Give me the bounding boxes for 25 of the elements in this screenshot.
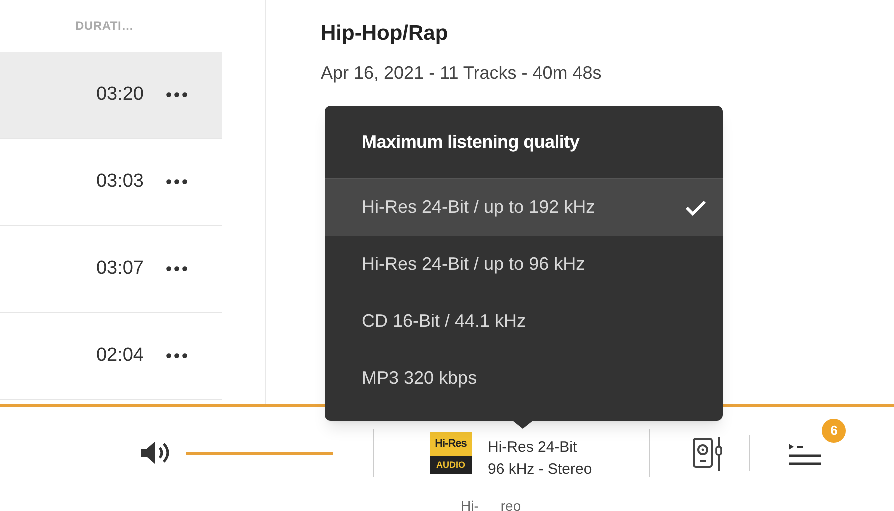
more-icon[interactable] <box>166 353 188 359</box>
quality-option[interactable]: Hi-Res 24-Bit / up to 192 kHz <box>325 179 723 236</box>
quality-option[interactable]: MP3 320 kbps <box>325 350 723 407</box>
queue-badge: 6 <box>822 419 846 443</box>
check-icon <box>685 200 707 216</box>
logo-text: Hi-Res <box>434 436 468 452</box>
quality-option[interactable]: CD 16-Bit / 44.1 kHz <box>325 293 723 350</box>
track-duration: 02:04 <box>96 344 144 368</box>
track-duration: 03:07 <box>96 256 144 281</box>
quality-text: Hi-Res 24-Bit <box>488 438 578 458</box>
logo-text: AUDIO <box>430 456 472 474</box>
track-duration: 03:20 <box>96 82 144 107</box>
album-genre: Hip-Hop/Rap <box>321 21 450 47</box>
speaker-icon[interactable] <box>692 435 724 471</box>
menu-title: Maximum listening quality <box>362 130 580 154</box>
album-details: Apr 16, 2021 - 11 Tracks - 40m 48s <box>321 62 603 85</box>
quality-option[interactable]: Hi-Res 24-Bit / up to 96 kHz <box>325 236 723 293</box>
track-row[interactable]: 03:20 <box>0 52 222 139</box>
more-icon[interactable] <box>166 179 188 185</box>
tooltip-fragment: Hi- <box>461 497 479 511</box>
more-icon[interactable] <box>166 92 188 98</box>
tooltip-fragment: reo <box>500 497 522 511</box>
more-icon[interactable] <box>166 266 188 272</box>
quality-text: 96 kHz - Stereo <box>488 460 592 480</box>
track-duration: 03:03 <box>96 170 144 194</box>
